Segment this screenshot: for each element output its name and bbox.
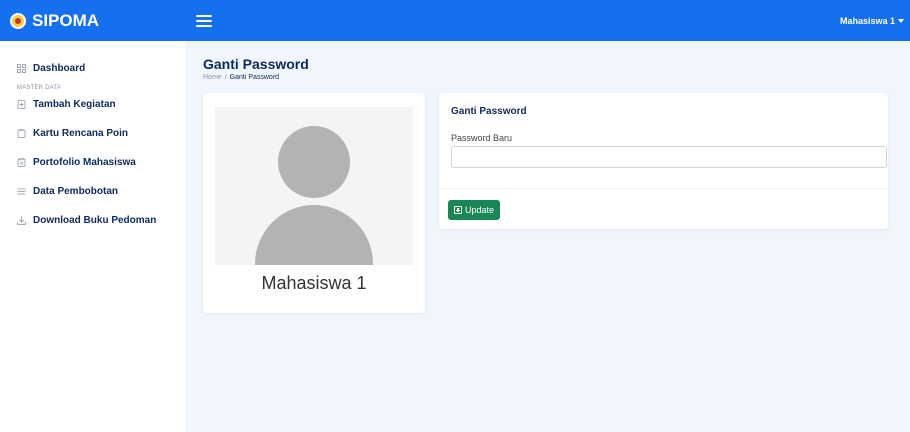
brand-name: SIPOMA [32,10,100,30]
download-icon [17,216,26,225]
breadcrumb: Home / Ganti Password [203,74,280,81]
clipboard-icon [17,128,26,138]
sidebar: Dashboard MASTER DATA Tambah Kegiatan Ka… [0,41,186,432]
breadcrumb-home-link[interactable]: Home [203,74,222,81]
brand-logo-link[interactable]: SIPOMA [0,0,186,41]
sidebar-item-data-pembobotan[interactable]: Data Pembobotan [0,184,186,198]
menu-toggle-icon[interactable] [196,14,212,27]
avatar [215,107,413,265]
change-password-card: Ganti Password Password Baru Update [439,93,888,229]
sidebar-item-label: Download Buku Pedoman [33,214,157,226]
update-button-label: Update [465,205,495,215]
sidebar-item-tambah-kegiatan[interactable]: Tambah Kegiatan [0,97,186,111]
new-password-input[interactable] [451,146,887,168]
top-navbar: SIPOMA Mahasiswa 1 [0,0,910,41]
sidebar-item-label: Dashboard [33,62,86,74]
sidebar-item-label: Tambah Kegiatan [33,98,116,110]
save-icon [454,206,462,214]
update-button[interactable]: Update [448,200,501,220]
avatar-body-shape [255,205,373,265]
sidebar-item-label: Data Pembobotan [33,185,119,197]
sidebar-item-label: Portofolio Mahasiswa [33,156,136,168]
user-dropdown[interactable]: Mahasiswa 1 [840,16,904,26]
list-icon [17,187,26,196]
password-field-label: Password Baru [451,133,513,143]
grid-icon [17,63,26,73]
profile-card: Mahasiswa 1 [203,93,425,313]
sidebar-item-download-buku-pedoman[interactable]: Download Buku Pedoman [0,213,186,227]
chevron-down-icon [898,18,904,23]
page-title: Ganti Password [203,56,309,72]
clipboard-list-icon [17,157,26,167]
sidebar-section-heading: MASTER DATA [17,85,61,91]
plus-square-icon [17,99,26,109]
avatar-head-shape [278,126,350,198]
card-divider [439,188,888,189]
main-content: Ganti Password Home / Ganti Password Mahas… [186,41,910,432]
sidebar-item-portofolio-mahasiswa[interactable]: Portofolio Mahasiswa [0,155,186,169]
sidebar-item-label: Kartu Rencana Poin [33,127,129,139]
breadcrumb-current: Ganti Password [229,74,280,81]
sidebar-item-kartu-rencana-poin[interactable]: Kartu Rencana Poin [0,126,186,140]
brand-logo-icon [10,12,26,29]
sidebar-item-dashboard[interactable]: Dashboard [0,61,186,75]
profile-name: Mahasiswa 1 [261,273,367,293]
card-title: Ganti Password [451,106,527,117]
user-name: Mahasiswa 1 [839,15,895,26]
